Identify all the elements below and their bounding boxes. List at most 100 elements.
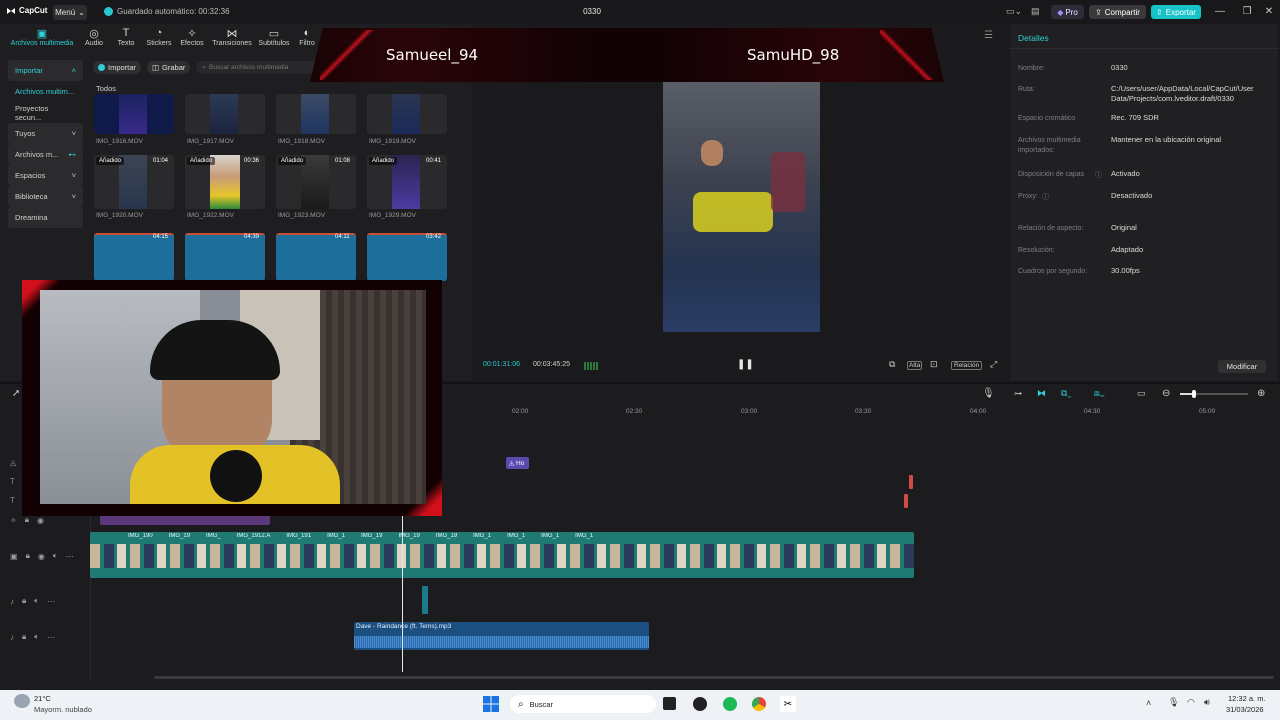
sidebar-item-yours[interactable]: Tuyos ˅: [8, 123, 83, 144]
spotify-icon[interactable]: [723, 697, 737, 711]
sidebar-item-import[interactable]: Importar ˄: [8, 60, 83, 81]
timeline-scrollbar[interactable]: [154, 676, 1274, 679]
main-video-track[interactable]: IMG_190 IMG_19 IMG_ IMG_1912.A IMG_191 I…: [90, 532, 914, 578]
info-icon[interactable]: ⓘ: [1095, 170, 1102, 180]
more-icon[interactable]: ⋯: [47, 597, 55, 606]
playhead[interactable]: [402, 515, 403, 672]
hamburger-icon[interactable]: ☰: [984, 30, 993, 41]
cursor-tool-icon[interactable]: ➚: [12, 388, 20, 399]
tab-effects[interactable]: ✧ Efectos: [176, 27, 208, 48]
taskbar-search[interactable]: ⌕ Buscar: [510, 695, 656, 713]
media-thumb[interactable]: [276, 94, 356, 134]
minimize-icon[interactable]: —: [1213, 6, 1227, 17]
sticker-clip[interactable]: ◬ Ho: [506, 457, 529, 469]
sidebar-item-library[interactable]: Biblioteca ˅: [8, 186, 83, 207]
media-thumb[interactable]: [276, 233, 356, 281]
media-thumb[interactable]: [94, 233, 174, 281]
audio-snippet-clip[interactable]: [422, 586, 428, 614]
media-thumb[interactable]: [94, 94, 174, 134]
eye-icon[interactable]: ◉: [38, 552, 45, 561]
tab-media[interactable]: ▣ Archivos multimedia: [8, 27, 76, 48]
crop-icon[interactable]: ⧉: [889, 359, 895, 370]
effect-clip[interactable]: [100, 515, 270, 525]
speaker-icon[interactable]: 🔈︎: [34, 596, 39, 606]
preview-video[interactable]: [663, 82, 820, 332]
menu-button[interactable]: Menú ⌄: [53, 5, 87, 20]
sidebar-item-spaces[interactable]: Espacios ˅: [8, 165, 83, 186]
zoom-slider-handle[interactable]: [1192, 390, 1196, 398]
tab-stickers[interactable]: ◔ Stickers: [142, 27, 176, 47]
player1-name: Samueel_94: [386, 46, 479, 64]
text-clip[interactable]: [909, 475, 913, 489]
pro-button[interactable]: ◆ Pro: [1051, 5, 1084, 19]
lock-icon[interactable]: 🔒︎: [22, 596, 26, 606]
shortcuts-icon[interactable]: ▤: [1031, 6, 1040, 17]
quality-button[interactable]: Alta: [907, 361, 923, 370]
capcut-taskbar-icon[interactable]: ✂: [780, 696, 796, 712]
record-button[interactable]: ◫ Grabar: [146, 61, 191, 74]
tab-filter[interactable]: ◐ Filtro: [294, 27, 320, 47]
microphone-icon[interactable]: 🎙︎: [982, 388, 995, 399]
windows-start-icon[interactable]: [483, 696, 499, 712]
link-icon[interactable]: ⊶: [1014, 389, 1022, 398]
weather-icon[interactable]: [14, 694, 30, 708]
zoom-out-icon[interactable]: ⊖: [1162, 388, 1170, 399]
clock-time[interactable]: 12:32 a. m.: [1228, 694, 1266, 703]
export-button[interactable]: ⇧ Exportar: [1151, 5, 1201, 19]
effects-icon: ✧: [187, 27, 197, 40]
speaker-icon[interactable]: 🔈︎: [34, 632, 39, 642]
subtitle-track-icon[interactable]: ▭: [1137, 388, 1146, 399]
speaker-icon[interactable]: 🔈︎: [53, 551, 58, 561]
weather-desc[interactable]: Mayorm. nublado: [34, 705, 92, 714]
import-button[interactable]: Importar: [93, 61, 141, 74]
sidebar-item-label: Tuyos: [15, 129, 36, 138]
sidebar-item-cloud-media[interactable]: Archivos m... ⊷: [8, 144, 83, 165]
media-search-input[interactable]: ⌕ Buscar archivos multimedia: [196, 61, 327, 74]
lock-icon[interactable]: 🔒︎: [25, 515, 29, 525]
diamond-icon: ◆: [1057, 7, 1064, 17]
tab-subtitles[interactable]: ▭ Subtítulos: [256, 27, 292, 48]
weather-temp[interactable]: 21°C: [34, 694, 51, 703]
media-thumb[interactable]: [185, 233, 265, 281]
ratio-button[interactable]: Relación: [951, 361, 983, 370]
snapshot-icon[interactable]: ⊡: [930, 359, 938, 370]
zoom-in-icon[interactable]: ⊕: [1257, 388, 1265, 399]
media-name: IMG_1923.MOV: [278, 212, 325, 219]
more-icon[interactable]: ⋯: [66, 552, 74, 561]
media-thumb[interactable]: [367, 233, 447, 281]
magnet-icon[interactable]: ⧓: [1037, 388, 1046, 399]
wifi-icon[interactable]: ◠: [1187, 697, 1195, 708]
eye-icon[interactable]: ◉: [37, 516, 44, 525]
more-icon[interactable]: ⋯: [47, 633, 55, 642]
snap-icon[interactable]: ⧉⌄: [1061, 388, 1072, 399]
text-clip[interactable]: [904, 494, 908, 508]
pause-icon[interactable]: ❚❚: [737, 359, 754, 370]
media-thumb[interactable]: [367, 94, 447, 134]
tab-transitions[interactable]: ⋈ Transiciones: [208, 27, 256, 48]
chevron-up-icon[interactable]: ˄: [1146, 698, 1151, 708]
steam-icon[interactable]: [693, 697, 707, 711]
sidebar-item-subprojects[interactable]: Proyectos secun...: [8, 102, 83, 123]
volume-icon[interactable]: 🔊︎: [1204, 697, 1210, 708]
task-view-icon[interactable]: [663, 697, 676, 710]
lock-icon[interactable]: 🔒︎: [22, 632, 26, 642]
sidebar-item-dreamina[interactable]: Dreamina: [8, 207, 83, 228]
modify-button[interactable]: Modificar: [1218, 360, 1266, 373]
maximize-icon[interactable]: ❐: [1240, 6, 1254, 17]
chrome-icon[interactable]: [752, 697, 766, 711]
sidebar-item-media[interactable]: Archivos multim...: [8, 81, 83, 102]
tab-audio[interactable]: ◎ Audio: [76, 27, 112, 48]
clock-date[interactable]: 31/03/2026: [1226, 705, 1264, 714]
share-button[interactable]: ⇪ Compartir: [1089, 5, 1146, 19]
zoom-slider[interactable]: [1180, 390, 1248, 398]
close-icon[interactable]: ✕: [1262, 6, 1276, 17]
info-icon[interactable]: ⓘ: [1042, 192, 1049, 202]
fullscreen-icon[interactable]: ⤢: [990, 359, 997, 370]
preview-axis-icon[interactable]: ⧈⌄: [1094, 388, 1105, 399]
tab-text[interactable]: T Texto: [110, 27, 142, 47]
chevron-up-icon: ˄: [71, 66, 76, 75]
microphone-icon[interactable]: 🎙︎: [1168, 697, 1179, 708]
layout-icon[interactable]: ▭⌄: [1006, 6, 1022, 17]
lock-icon[interactable]: 🔒︎: [26, 551, 30, 561]
media-thumb[interactable]: [185, 94, 265, 134]
